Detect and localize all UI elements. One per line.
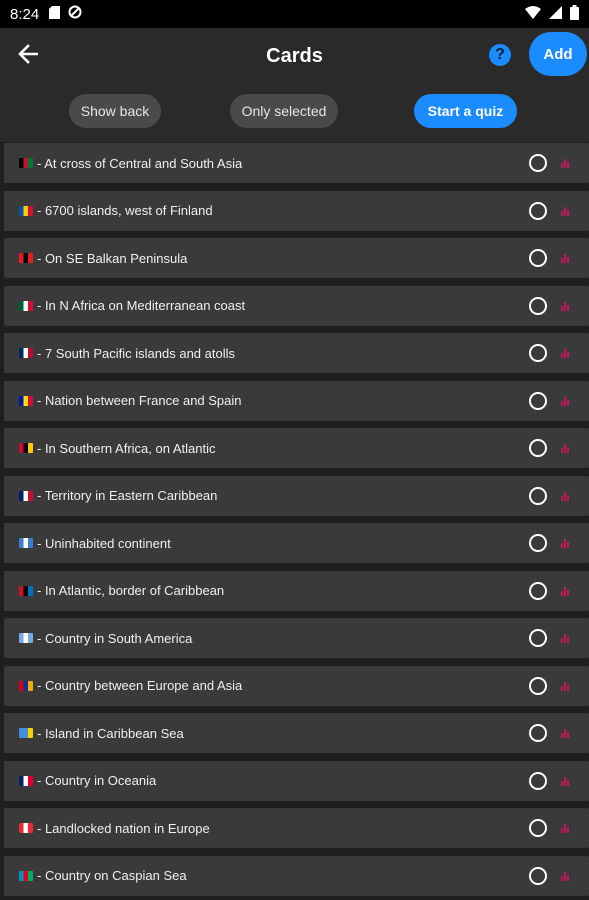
- flag-icon: [19, 728, 33, 738]
- card-row[interactable]: - In Southern Africa, on Atlantic: [4, 428, 589, 468]
- app-bar: Cards ? Add: [0, 28, 589, 84]
- stats-chart-icon[interactable]: [561, 633, 571, 643]
- card-row[interactable]: - Nation between France and Spain: [4, 380, 589, 421]
- card-label: - Territory in Eastern Caribbean: [37, 488, 218, 503]
- select-radio[interactable]: [529, 249, 547, 267]
- card-label: - Country in Oceania: [37, 773, 157, 788]
- card-label: - In Atlantic, border of Caribbean: [37, 583, 225, 598]
- card-label: - Country in South America: [37, 630, 193, 646]
- card-row[interactable]: - Country on Caspian Sea: [4, 855, 589, 896]
- card-row[interactable]: - On SE Balkan Peninsula: [4, 238, 589, 278]
- card-row[interactable]: - Island in Caribbean Sea: [4, 713, 589, 753]
- card-label: - Nation between France and Spain: [37, 393, 242, 408]
- stats-chart-icon[interactable]: [561, 776, 571, 786]
- card-row[interactable]: - At cross of Central and South Asia: [4, 143, 589, 183]
- card-label: - Landlocked nation in Europe: [37, 820, 210, 836]
- flag-icon: [19, 823, 33, 833]
- flag-icon: [19, 775, 33, 786]
- stats-chart-icon[interactable]: [561, 443, 571, 453]
- stats-chart-icon[interactable]: [561, 348, 571, 358]
- flag-icon: [19, 633, 33, 643]
- status-bar: 8:24: [0, 0, 589, 28]
- card-row[interactable]: - Country between Europe and Asia: [4, 665, 589, 706]
- card-label: - At cross of Central and South Asia: [37, 155, 243, 171]
- select-radio[interactable]: [529, 154, 547, 172]
- select-radio[interactable]: [529, 771, 547, 790]
- stats-chart-icon[interactable]: [561, 396, 571, 406]
- show-back-button[interactable]: Show back: [69, 94, 161, 128]
- help-icon[interactable]: ?: [489, 44, 511, 66]
- flag-icon: [19, 490, 33, 501]
- select-radio[interactable]: [529, 676, 547, 695]
- flag-icon: [19, 585, 33, 596]
- stats-chart-icon[interactable]: [561, 728, 571, 738]
- card-row[interactable]: - Country in Oceania: [4, 760, 589, 801]
- stats-chart-icon[interactable]: [561, 823, 571, 833]
- battery-icon: [570, 4, 579, 24]
- select-radio[interactable]: [529, 629, 547, 647]
- card-label: - Uninhabited continent: [37, 535, 171, 551]
- select-radio[interactable]: [529, 391, 547, 410]
- card-row[interactable]: - 7 South Pacific islands and atolls: [4, 333, 589, 373]
- select-radio[interactable]: [529, 866, 547, 885]
- card-label: - 6700 islands, west of Finland: [37, 203, 213, 218]
- stats-chart-icon[interactable]: [561, 206, 571, 216]
- flag-icon: [19, 443, 33, 453]
- flag-icon: [19, 395, 33, 406]
- card-row[interactable]: - Country in South America: [4, 618, 589, 658]
- card-row[interactable]: - In N Africa on Mediterranean coast: [4, 285, 589, 326]
- card-row[interactable]: - Territory in Eastern Caribbean: [4, 475, 589, 516]
- flag-icon: [19, 253, 33, 263]
- flag-icon: [19, 538, 33, 548]
- add-button[interactable]: Add: [529, 32, 587, 76]
- stats-chart-icon[interactable]: [561, 491, 571, 501]
- flag-icon: [19, 205, 33, 216]
- flag-icon: [19, 300, 33, 311]
- card-label: - Country on Caspian Sea: [37, 868, 187, 883]
- card-row[interactable]: - Uninhabited continent: [4, 523, 589, 563]
- card-row[interactable]: - Landlocked nation in Europe: [4, 808, 589, 848]
- wifi-icon: [525, 5, 541, 23]
- card-label: - Island in Caribbean Sea: [37, 725, 184, 741]
- select-radio[interactable]: [529, 724, 547, 742]
- sim-card-icon: [49, 5, 61, 23]
- stats-chart-icon[interactable]: [561, 538, 571, 548]
- flag-icon: [19, 348, 33, 358]
- select-radio[interactable]: [529, 819, 547, 837]
- select-radio[interactable]: [529, 296, 547, 315]
- card-label: - In Southern Africa, on Atlantic: [37, 440, 216, 456]
- stats-chart-icon[interactable]: [561, 253, 571, 263]
- select-radio[interactable]: [529, 486, 547, 505]
- stats-chart-icon[interactable]: [561, 681, 571, 691]
- stats-chart-icon[interactable]: [561, 871, 571, 881]
- card-label: - In N Africa on Mediterranean coast: [37, 298, 246, 313]
- card-row[interactable]: - In Atlantic, border of Caribbean: [4, 570, 589, 611]
- stats-chart-icon[interactable]: [561, 586, 571, 596]
- select-radio[interactable]: [529, 439, 547, 457]
- select-radio[interactable]: [529, 201, 547, 220]
- stats-chart-icon[interactable]: [561, 301, 571, 311]
- select-radio[interactable]: [529, 581, 547, 600]
- card-label: - Country between Europe and Asia: [37, 678, 243, 693]
- flag-icon: [19, 870, 33, 881]
- card-label: - On SE Balkan Peninsula: [37, 250, 188, 266]
- card-row[interactable]: - 6700 islands, west of Finland: [4, 190, 589, 231]
- only-selected-button[interactable]: Only selected: [230, 94, 338, 128]
- arrow-left-icon: [18, 43, 39, 69]
- filter-toolbar: Show back Only selected Start a quiz: [0, 84, 589, 142]
- back-button[interactable]: [4, 32, 52, 80]
- stats-chart-icon[interactable]: [561, 158, 571, 168]
- select-radio[interactable]: [529, 534, 547, 552]
- card-label: - 7 South Pacific islands and atolls: [37, 345, 235, 361]
- data-saver-icon: [68, 5, 82, 23]
- select-radio[interactable]: [529, 344, 547, 362]
- flag-icon: [19, 158, 33, 168]
- flag-icon: [19, 680, 33, 691]
- signal-icon: [549, 5, 562, 23]
- start-quiz-button[interactable]: Start a quiz: [414, 94, 517, 128]
- status-time: 8:24: [10, 5, 40, 23]
